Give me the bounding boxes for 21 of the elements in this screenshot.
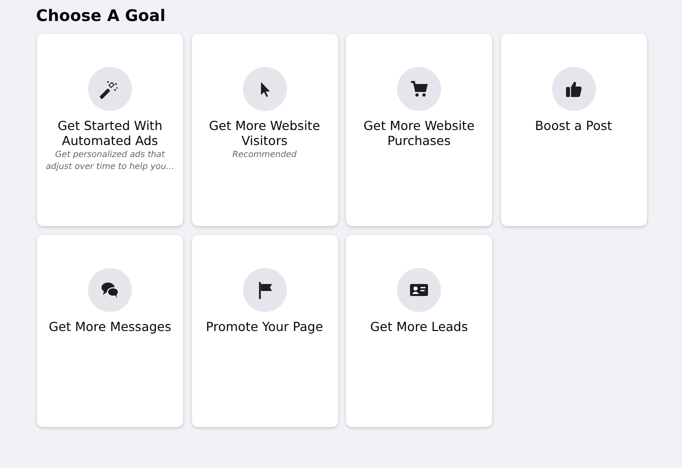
magic-wand-icon [100, 79, 120, 99]
chat-bubbles-icon [100, 280, 120, 300]
goal-card[interactable]: Get More Leads [346, 235, 492, 427]
goal-card[interactable]: Get More Website Visitors Recommended [192, 34, 338, 226]
goal-title: Promote Your Page [206, 319, 324, 334]
goal-card[interactable]: Boost a Post [500, 34, 646, 226]
goal-description: Recommended [232, 149, 297, 161]
goal-description: Get personalized ads that adjust over time to help you... [44, 149, 176, 173]
goal-card[interactable]: Promote Your Page [192, 235, 338, 427]
goal-card[interactable]: Get More Website Purchases [346, 34, 492, 226]
shopping-cart-icon [409, 79, 429, 99]
goal-title: Boost a Post [534, 118, 612, 133]
goal-title: Get More Messages [48, 319, 172, 334]
goal-card[interactable]: Get More Messages [37, 235, 183, 427]
goal-title: Get More Website Purchases [362, 118, 476, 148]
thumbs-up-icon [564, 79, 584, 99]
goal-title: Get More Website Visitors [208, 118, 322, 148]
page-title: Choose A Goal [36, 6, 166, 25]
goal-card[interactable]: Get Started With Automated Ads Get personalized ads that adjust over time to help you... [37, 34, 183, 226]
goal-title: Get More Leads [370, 319, 468, 334]
goal-title: Get Started With Automated Ads [56, 118, 164, 148]
